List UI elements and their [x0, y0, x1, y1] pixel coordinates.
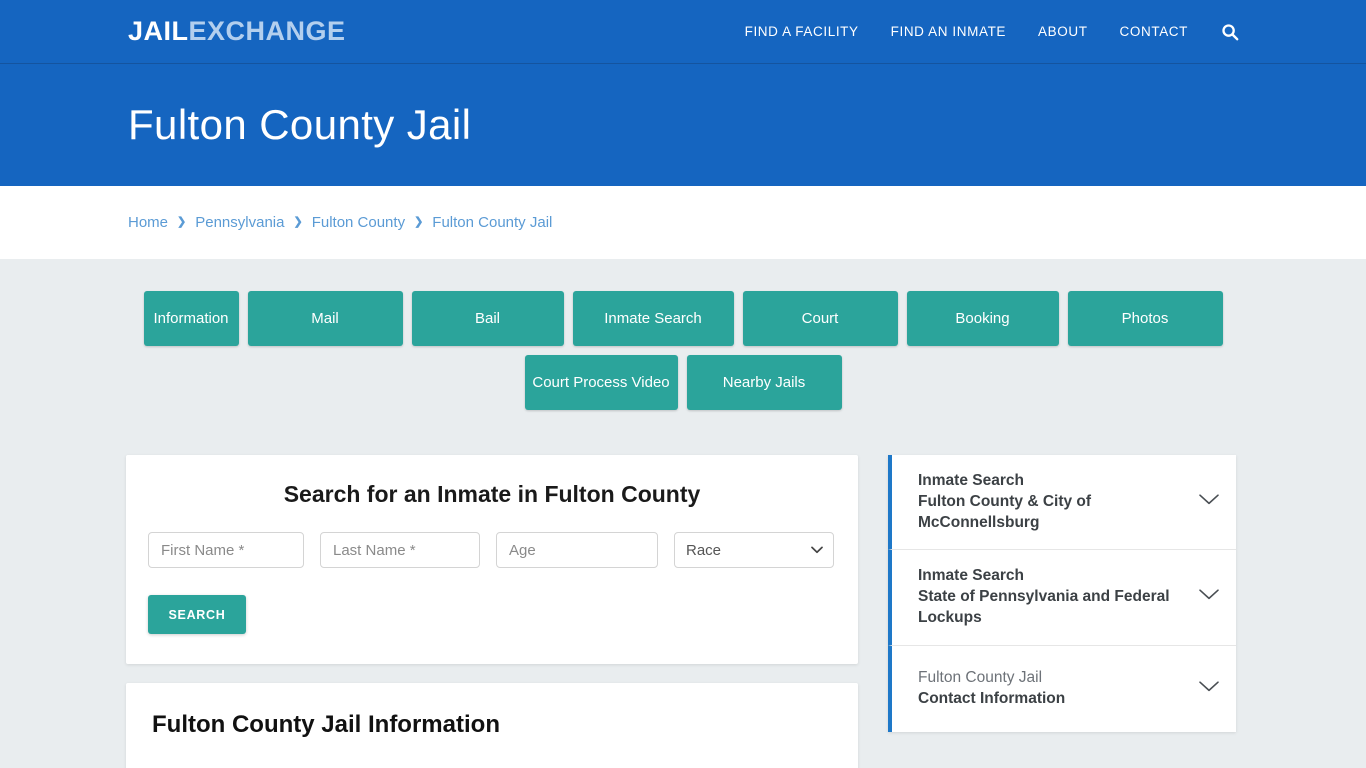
breadcrumb-band: Home ❯ Pennsylvania ❯ Fulton County ❯ Fu… — [0, 186, 1366, 259]
section-tabs: Information Mail Bail Inmate Search Cour… — [0, 259, 1366, 410]
section-tabs-row-1: Information Mail Bail Inmate Search Cour… — [0, 291, 1366, 346]
chevron-down-icon[interactable] — [1198, 493, 1220, 511]
primary-nav: FIND A FACILITY FIND AN INMATE ABOUT CON… — [745, 22, 1366, 42]
accordion-item-line1: Inmate Search — [918, 567, 1024, 585]
logo-text-jail: JAIL — [128, 16, 189, 46]
accordion-item-inmate-search-state[interactable]: Inmate Search State of Pennsylvania and … — [888, 550, 1236, 646]
accordion-item-line2: State of Pennsylvania and Federal Lockup… — [918, 588, 1170, 626]
chevron-down-icon[interactable] — [1198, 680, 1220, 698]
accordion-item-text: Inmate Search State of Pennsylvania and … — [918, 566, 1186, 628]
last-name-input[interactable] — [320, 532, 480, 568]
search-button[interactable]: SEARCH — [148, 595, 246, 634]
tab-court[interactable]: Court — [742, 291, 898, 346]
site-logo[interactable]: JAILEXCHANGE — [128, 16, 346, 47]
main-content: Search for an Inmate in Fulton County Ra… — [0, 419, 1366, 768]
breadcrumb-separator-icon: ❯ — [293, 216, 303, 228]
tab-nearby-jails[interactable]: Nearby Jails — [686, 355, 842, 410]
race-select-wrapper: Race — [674, 532, 834, 568]
inmate-search-heading: Search for an Inmate in Fulton County — [283, 481, 701, 507]
breadcrumb-item-pennsylvania[interactable]: Pennsylvania — [195, 214, 284, 231]
accordion-item-contact-information[interactable]: Fulton County Jail Contact Information — [888, 645, 1236, 732]
accordion-item-inmate-search-county[interactable]: Inmate Search Fulton County & City of Mc… — [888, 455, 1236, 551]
tab-photos[interactable]: Photos — [1067, 291, 1223, 346]
jail-information-heading: Fulton County Jail Information — [152, 711, 500, 738]
breadcrumb: Home ❯ Pennsylvania ❯ Fulton County ❯ Fu… — [128, 214, 552, 231]
page-title: Fulton County Jail — [128, 101, 472, 148]
inmate-search-fields: Race — [148, 532, 836, 568]
tab-inmate-search[interactable]: Inmate Search — [572, 291, 734, 346]
sidebar-accordion: Inmate Search Fulton County & City of Mc… — [888, 455, 1236, 732]
top-navigation-bar: JAILEXCHANGE FIND A FACILITY FIND AN INM… — [0, 0, 1366, 64]
accordion-item-line2: Fulton County & City of McConnellsburg — [918, 492, 1092, 531]
jail-information-card: Fulton County Jail Information The Fulto… — [126, 683, 858, 768]
page-hero: Fulton County Jail — [0, 64, 1366, 186]
accordion-item-text: Fulton County Jail Contact Information — [918, 668, 1186, 710]
left-column: Search for an Inmate in Fulton County Ra… — [126, 455, 858, 768]
nav-contact[interactable]: CONTACT — [1120, 24, 1188, 39]
tab-court-process-video[interactable]: Court Process Video — [524, 355, 678, 410]
accordion-item-line2: Contact Information — [918, 689, 1066, 707]
nav-find-a-facility[interactable]: FIND A FACILITY — [745, 24, 859, 39]
breadcrumb-separator-icon: ❯ — [414, 216, 424, 228]
chevron-down-icon[interactable] — [1198, 588, 1220, 606]
section-tabs-row-2: Court Process Video Nearby Jails — [0, 355, 1366, 410]
race-select[interactable]: Race — [674, 532, 834, 568]
accordion-item-text: Inmate Search Fulton County & City of Mc… — [918, 471, 1186, 533]
age-input[interactable] — [496, 532, 658, 568]
inmate-search-card: Search for an Inmate in Fulton County Ra… — [126, 455, 858, 664]
breadcrumb-separator-icon: ❯ — [177, 216, 187, 228]
right-column: Inmate Search Fulton County & City of Mc… — [888, 455, 1236, 732]
breadcrumb-item-fulton-county-jail[interactable]: Fulton County Jail — [432, 214, 552, 231]
accordion-item-line1: Fulton County Jail — [918, 668, 1043, 686]
tab-mail[interactable]: Mail — [247, 291, 403, 346]
breadcrumb-item-home[interactable]: Home — [128, 214, 168, 231]
logo-text-exchange: EXCHANGE — [188, 16, 346, 46]
nav-about[interactable]: ABOUT — [1038, 24, 1088, 39]
accordion-item-line1: Inmate Search — [918, 472, 1024, 489]
tab-booking[interactable]: Booking — [906, 291, 1059, 346]
nav-find-an-inmate[interactable]: FIND AN INMATE — [891, 24, 1006, 39]
tab-information[interactable]: Information — [143, 291, 239, 346]
first-name-input[interactable] — [148, 532, 304, 568]
breadcrumb-item-fulton-county[interactable]: Fulton County — [312, 214, 405, 231]
tab-bail[interactable]: Bail — [411, 291, 564, 346]
search-icon[interactable] — [1220, 22, 1240, 42]
